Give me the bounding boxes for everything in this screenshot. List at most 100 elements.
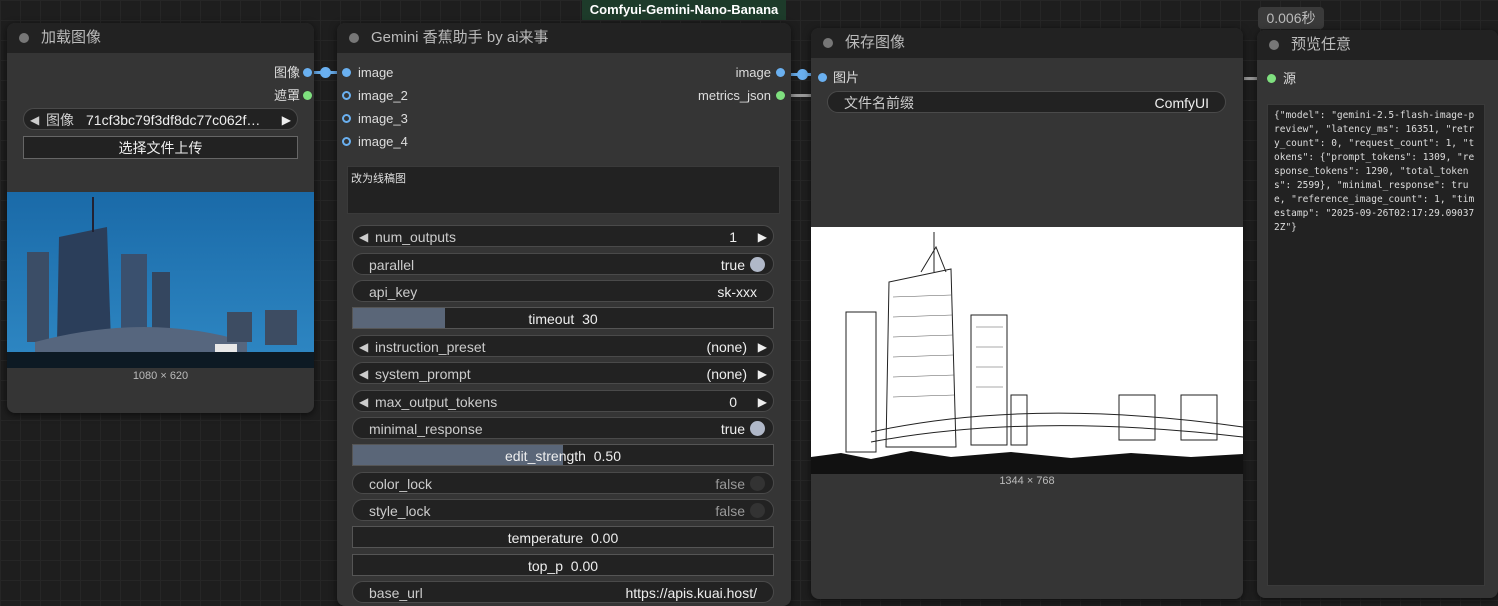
slider-fill bbox=[353, 308, 446, 328]
input-source[interactable]: 源 bbox=[1267, 70, 1297, 88]
input-label: 源 bbox=[1283, 71, 1297, 86]
arrow-right-icon[interactable]: ▶ bbox=[758, 391, 767, 413]
widget-label: color_lock bbox=[369, 476, 433, 492]
widget-label: style_lock bbox=[369, 503, 431, 519]
widget-value: false bbox=[715, 503, 745, 519]
input-socket-icon[interactable] bbox=[1267, 74, 1276, 83]
preview-any-node[interactable]: 预览任意 源 {"model": "gemini-2.5-flash-image… bbox=[1257, 30, 1498, 598]
api-key-field[interactable]: api_key sk-xxx bbox=[352, 280, 774, 302]
widget-label: max_output_tokens bbox=[375, 394, 498, 410]
instruction-preset-combo[interactable]: ◀ instruction_preset (none) ▶ bbox=[352, 335, 774, 357]
top-p-slider[interactable]: top_p 0.00 bbox=[352, 554, 774, 576]
output-label: metrics_json bbox=[698, 88, 771, 103]
collapse-dot-icon[interactable] bbox=[349, 33, 359, 43]
link-reroute-dot-2 bbox=[797, 69, 808, 80]
toggle-knob-icon[interactable] bbox=[750, 476, 765, 491]
arrow-left-icon[interactable]: ◀ bbox=[359, 363, 368, 385]
output-label: 遮罩 bbox=[273, 88, 300, 103]
num-outputs-widget[interactable]: ◀ num_outputs 1 ▶ bbox=[352, 225, 774, 247]
execution-time-badge: 0.006秒 bbox=[1258, 7, 1324, 29]
arrow-right-icon[interactable]: ▶ bbox=[758, 336, 767, 358]
output-image[interactable]: image bbox=[736, 64, 785, 82]
node-title-bar[interactable]: 保存图像 bbox=[811, 28, 1243, 58]
color-lock-toggle[interactable]: color_lock false bbox=[352, 472, 774, 494]
arrow-left-icon[interactable]: ◀ bbox=[359, 336, 368, 358]
widget-label: api_key bbox=[369, 284, 418, 300]
node-title-bar[interactable]: Gemini 香蕉助手 by ai来事 bbox=[337, 23, 791, 53]
gemini-node[interactable]: Gemini 香蕉助手 by ai来事 image image_2 image_… bbox=[337, 23, 791, 606]
node-title: Gemini 香蕉助手 by ai来事 bbox=[371, 29, 549, 46]
collapse-dot-icon[interactable] bbox=[19, 33, 29, 43]
input-socket-icon[interactable] bbox=[342, 91, 351, 100]
widget-value: false bbox=[715, 476, 745, 492]
output-image[interactable]: 图像 bbox=[274, 64, 312, 82]
toggle-knob-icon[interactable] bbox=[750, 421, 765, 436]
widget-value: ComfyUI bbox=[1154, 95, 1209, 111]
collapse-dot-icon[interactable] bbox=[823, 38, 833, 48]
output-socket-icon[interactable] bbox=[776, 68, 785, 77]
minimal-response-toggle[interactable]: minimal_response true bbox=[352, 417, 774, 439]
system-prompt-combo[interactable]: ◀ system_prompt (none) ▶ bbox=[352, 362, 774, 384]
node-title-bar[interactable]: 加载图像 bbox=[7, 23, 314, 53]
input-image-3[interactable]: image_3 bbox=[342, 110, 408, 128]
image-dimensions: 1344 × 768 bbox=[999, 475, 1055, 487]
widget-label: 图像 bbox=[46, 112, 74, 128]
input-image-2[interactable]: image_2 bbox=[342, 87, 408, 105]
toggle-knob-icon[interactable] bbox=[750, 503, 765, 518]
arrow-right-icon[interactable]: ▶ bbox=[282, 109, 291, 131]
upload-button[interactable]: 选择文件上传 bbox=[23, 136, 298, 159]
node-canvas[interactable]: Comfyui-Gemini-Nano-Banana 0.006秒 加载图像 图… bbox=[0, 0, 1498, 606]
image-file-combo[interactable]: ◀ 图像 71cf3bc79f3df8dc77c062f… ▶ bbox=[23, 108, 298, 130]
input-socket-icon[interactable] bbox=[342, 137, 351, 146]
arrow-right-icon[interactable]: ▶ bbox=[758, 226, 767, 248]
widget-label: num_outputs bbox=[375, 229, 456, 245]
load-image-node[interactable]: 加载图像 图像 遮罩 ◀ 图像 71cf3bc79f3df8dc77c062f…… bbox=[7, 23, 314, 413]
input-label: 图片 bbox=[833, 70, 860, 85]
input-socket-icon[interactable] bbox=[818, 73, 827, 82]
parallel-toggle[interactable]: parallel true bbox=[352, 253, 774, 275]
widget-label: instruction_preset bbox=[375, 339, 486, 355]
output-socket-icon[interactable] bbox=[303, 91, 312, 100]
output-metrics-json[interactable]: metrics_json bbox=[698, 87, 785, 105]
toggle-knob-icon[interactable] bbox=[750, 257, 765, 272]
node-title: 预览任意 bbox=[1291, 36, 1352, 53]
input-socket-icon[interactable] bbox=[342, 114, 351, 123]
widget-label: system_prompt bbox=[375, 366, 471, 382]
widget-label: 文件名前缀 bbox=[844, 95, 914, 111]
link-reroute-dot bbox=[320, 67, 331, 78]
city-photo bbox=[7, 192, 314, 368]
output-socket-icon[interactable] bbox=[303, 68, 312, 77]
max-output-tokens-widget[interactable]: ◀ max_output_tokens 0 ▶ bbox=[352, 390, 774, 412]
input-socket-icon[interactable] bbox=[342, 68, 351, 77]
node-title: 保存图像 bbox=[845, 34, 906, 51]
arrow-left-icon[interactable]: ◀ bbox=[359, 226, 368, 248]
collapse-dot-icon[interactable] bbox=[1269, 40, 1279, 50]
base-url-field[interactable]: base_url https://apis.kuai.host/ bbox=[352, 581, 774, 603]
prompt-textarea[interactable]: 改为线稿图 bbox=[347, 166, 780, 214]
arrow-right-icon[interactable]: ▶ bbox=[758, 363, 767, 385]
output-mask[interactable]: 遮罩 bbox=[273, 87, 312, 105]
input-image[interactable]: image bbox=[342, 64, 394, 82]
widget-value: https://apis.kuai.host/ bbox=[625, 585, 757, 601]
slider-text: top_p 0.00 bbox=[527, 558, 599, 574]
arrow-left-icon[interactable]: ◀ bbox=[30, 109, 39, 131]
save-image-node[interactable]: 保存图像 图片 文件名前缀 ComfyUI 1344 × 768 bbox=[811, 28, 1243, 599]
node-title-bar[interactable]: 预览任意 bbox=[1257, 30, 1498, 60]
timeout-slider[interactable]: timeout 30 bbox=[352, 307, 774, 329]
image-dimensions: 1080 × 620 bbox=[132, 370, 189, 382]
filename-prefix-field[interactable]: 文件名前缀 ComfyUI bbox=[827, 91, 1226, 113]
temperature-slider[interactable]: temperature 0.00 bbox=[352, 526, 774, 548]
input-label: image bbox=[358, 65, 394, 80]
input-image-4[interactable]: image_4 bbox=[342, 133, 408, 151]
arrow-left-icon[interactable]: ◀ bbox=[359, 391, 368, 413]
input-image[interactable]: 图片 bbox=[818, 69, 860, 87]
slider-text: edit_strength 0.50 bbox=[505, 448, 621, 464]
style-lock-toggle[interactable]: style_lock false bbox=[352, 499, 774, 521]
output-socket-icon[interactable] bbox=[776, 91, 785, 100]
slider-text: timeout 30 bbox=[528, 311, 598, 327]
line-art-image bbox=[811, 227, 1243, 474]
widget-value: true bbox=[720, 257, 745, 273]
preview-text-output[interactable]: {"model": "gemini-2.5-flash-image-previe… bbox=[1267, 104, 1485, 586]
edit-strength-slider[interactable]: edit_strength 0.50 bbox=[352, 444, 774, 466]
widget-label: base_url bbox=[369, 585, 423, 601]
